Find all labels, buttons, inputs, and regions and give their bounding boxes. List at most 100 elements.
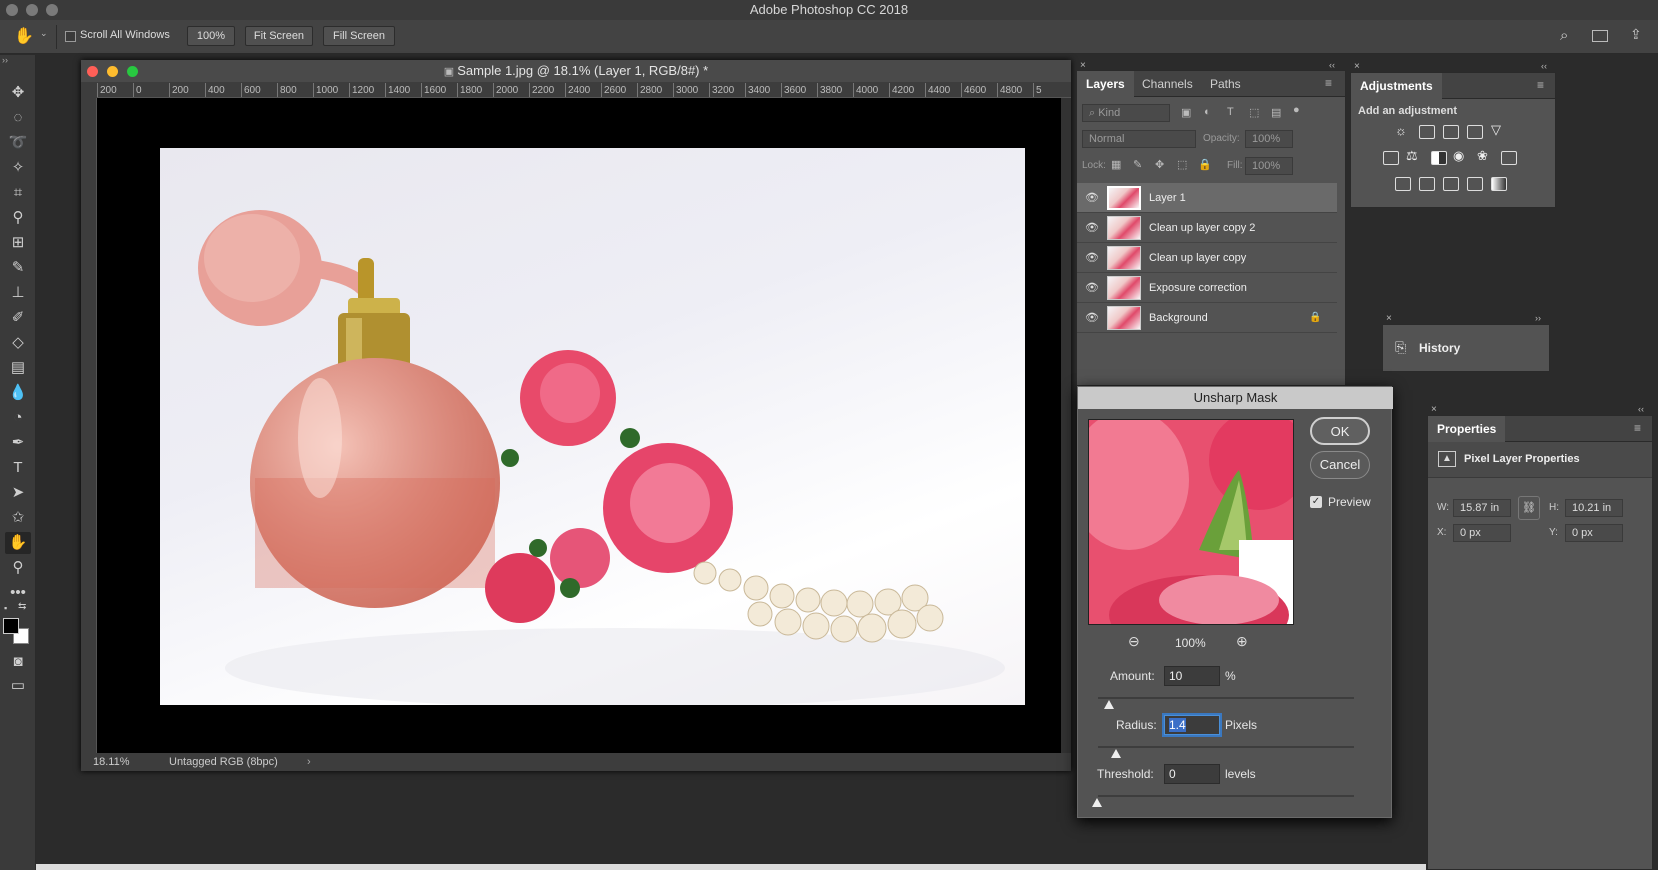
amount-slider-knob[interactable] xyxy=(1104,700,1114,709)
filter-shape-icon[interactable]: ⬚ xyxy=(1249,106,1259,119)
search-icon[interactable]: ⌕ xyxy=(1560,27,1568,44)
window-close-button[interactable] xyxy=(6,4,18,16)
adjustments-panel-close-icon[interactable]: × xyxy=(1354,61,1360,72)
shape-tool-icon[interactable]: ✩ xyxy=(5,507,31,529)
levels-icon[interactable] xyxy=(1419,125,1435,139)
brush-tool-icon[interactable]: ✎ xyxy=(5,257,31,279)
threshold-icon[interactable] xyxy=(1443,177,1459,191)
threshold-slider-track[interactable] xyxy=(1098,795,1354,797)
layer-row-clean-up-copy[interactable]: 👁 Clean up layer copy xyxy=(1077,243,1337,273)
status-zoom[interactable]: 18.11% xyxy=(93,753,130,771)
posterize-icon[interactable] xyxy=(1419,177,1435,191)
horizontal-ruler[interactable]: 200 0 200 400 600 800 1000 1200 1400 1600 1800 2000… xyxy=(97,82,1071,98)
marquee-tool-icon[interactable]: ◌ xyxy=(5,107,31,129)
zoom-100-button[interactable]: 100% xyxy=(187,26,235,46)
threshold-slider-knob[interactable] xyxy=(1092,798,1102,807)
threshold-input[interactable]: 0 xyxy=(1164,764,1220,784)
cancel-button[interactable]: Cancel xyxy=(1310,451,1370,479)
eye-icon[interactable]: 👁 xyxy=(1085,222,1099,234)
y-input[interactable]: 0 px xyxy=(1565,524,1623,542)
history-icon[interactable]: ⎘ xyxy=(1395,339,1406,356)
eye-icon[interactable]: 👁 xyxy=(1085,192,1099,204)
amount-slider-track[interactable] xyxy=(1098,697,1354,699)
lock-all-icon[interactable]: 🔒 xyxy=(1198,158,1212,171)
adjustments-panel-menu-icon[interactable]: ≡ xyxy=(1537,78,1544,92)
gradient-map-icon[interactable] xyxy=(1491,177,1507,191)
history-panel-close-icon[interactable]: × xyxy=(1386,313,1392,324)
filter-smart-object-icon[interactable]: ▤ xyxy=(1271,106,1281,119)
radius-input[interactable]: 1.4 xyxy=(1164,715,1220,735)
properties-panel-collapse-icon[interactable]: ‹‹ xyxy=(1638,404,1644,414)
eye-icon[interactable]: 👁 xyxy=(1085,252,1099,264)
history-panel-collapse-icon[interactable]: ›› xyxy=(1535,313,1541,323)
color-lookup-icon[interactable] xyxy=(1501,151,1517,165)
filter-pixel-icon[interactable]: ▣ xyxy=(1181,106,1191,119)
image-canvas[interactable] xyxy=(97,98,1061,753)
selective-color-icon[interactable] xyxy=(1467,177,1483,191)
height-input[interactable]: 10.21 in xyxy=(1565,499,1623,517)
screen-mode-icon[interactable]: ▭ xyxy=(5,675,31,697)
layers-panel-collapse-icon[interactable]: ‹‹ xyxy=(1329,60,1335,70)
tab-adjustments[interactable]: Adjustments xyxy=(1351,73,1442,99)
hand-tool-active-icon[interactable]: ✋ xyxy=(5,532,31,554)
adjustments-panel-collapse-icon[interactable]: ‹‹ xyxy=(1541,61,1547,71)
fill-screen-button[interactable]: Fill Screen xyxy=(323,26,395,46)
chevron-down-icon[interactable]: ⌄ xyxy=(40,28,48,39)
eraser-tool-icon[interactable]: ◇ xyxy=(5,332,31,354)
crop-tool-icon[interactable]: ⌗ xyxy=(5,182,31,204)
default-colors-icon[interactable]: ▪ xyxy=(4,603,7,613)
vertical-ruler[interactable] xyxy=(81,98,97,753)
hand-tool-icon[interactable]: ✋ xyxy=(14,26,34,46)
filter-toggle-icon[interactable]: ● xyxy=(1293,104,1300,116)
opacity-input[interactable]: 100% xyxy=(1245,130,1293,148)
blur-tool-icon[interactable]: 💧 xyxy=(5,382,31,404)
width-input[interactable]: 15.87 in xyxy=(1453,499,1511,517)
filter-type-icon[interactable]: T xyxy=(1227,106,1234,118)
document-close-button[interactable] xyxy=(87,66,98,77)
layers-panel-close-icon[interactable]: × xyxy=(1080,60,1086,71)
history-label[interactable]: History xyxy=(1419,341,1460,355)
dodge-tool-icon[interactable]: ◔ xyxy=(5,407,31,429)
zoom-in-icon[interactable]: ⊕ xyxy=(1236,633,1248,650)
path-selection-tool-icon[interactable]: ➤ xyxy=(5,482,31,504)
preview-image[interactable] xyxy=(1088,419,1294,625)
radius-slider-knob[interactable] xyxy=(1111,749,1121,758)
vibrance-icon[interactable]: ▽ xyxy=(1491,122,1501,138)
zoom-out-icon[interactable]: ⊖ xyxy=(1128,633,1140,650)
photo-filter-icon[interactable]: ◉ xyxy=(1453,148,1464,164)
black-white-icon[interactable] xyxy=(1431,151,1447,165)
magic-wand-tool-icon[interactable]: ✧ xyxy=(5,157,31,179)
lock-image-icon[interactable]: ✎ xyxy=(1133,158,1142,171)
tab-channels[interactable]: Channels xyxy=(1133,71,1202,97)
layer-filter-kind[interactable]: ⌕ Kind xyxy=(1082,104,1170,122)
hue-saturation-icon[interactable] xyxy=(1383,151,1399,165)
preview-checkbox[interactable]: ✓ xyxy=(1310,496,1322,508)
document-minimize-button[interactable] xyxy=(107,66,118,77)
lock-position-icon[interactable]: ✥ xyxy=(1155,158,1164,171)
eye-icon[interactable]: 👁 xyxy=(1085,282,1099,294)
layer-row-exposure-correction[interactable]: 👁 Exposure correction xyxy=(1077,273,1337,303)
color-balance-icon[interactable]: ⚖ xyxy=(1406,148,1418,164)
filter-adjustment-icon[interactable]: ◐ xyxy=(1204,106,1211,118)
window-minimize-button[interactable] xyxy=(26,4,38,16)
quick-mask-icon[interactable]: ◙ xyxy=(5,651,31,673)
tab-paths[interactable]: Paths xyxy=(1201,71,1250,97)
fit-screen-button[interactable]: Fit Screen xyxy=(245,26,313,46)
eyedropper-tool-icon[interactable]: ⚲ xyxy=(5,207,31,229)
amount-input[interactable]: 10 xyxy=(1164,666,1220,686)
zoom-tool-icon[interactable]: ⚲ xyxy=(5,557,31,579)
properties-panel-menu-icon[interactable]: ≡ xyxy=(1634,421,1641,435)
workspace-icon[interactable] xyxy=(1592,30,1608,42)
stamp-tool-icon[interactable]: ⊥ xyxy=(5,282,31,304)
lock-transparent-icon[interactable]: ▦ xyxy=(1111,158,1121,171)
move-tool-icon[interactable]: ✥ xyxy=(5,82,31,104)
tab-properties[interactable]: Properties xyxy=(1428,416,1506,442)
type-tool-icon[interactable]: T xyxy=(5,457,31,479)
lasso-tool-icon[interactable]: ➰ xyxy=(5,132,31,154)
document-zoom-button[interactable] xyxy=(127,66,138,77)
channel-mixer-icon[interactable]: ❀ xyxy=(1477,148,1488,164)
layer-row-layer-1[interactable]: 👁 Layer 1 xyxy=(1077,183,1337,213)
layers-panel-menu-icon[interactable]: ≡ xyxy=(1325,76,1332,90)
status-arrow-icon[interactable]: › xyxy=(307,753,311,771)
patch-tool-icon[interactable]: ⊞ xyxy=(5,232,31,254)
